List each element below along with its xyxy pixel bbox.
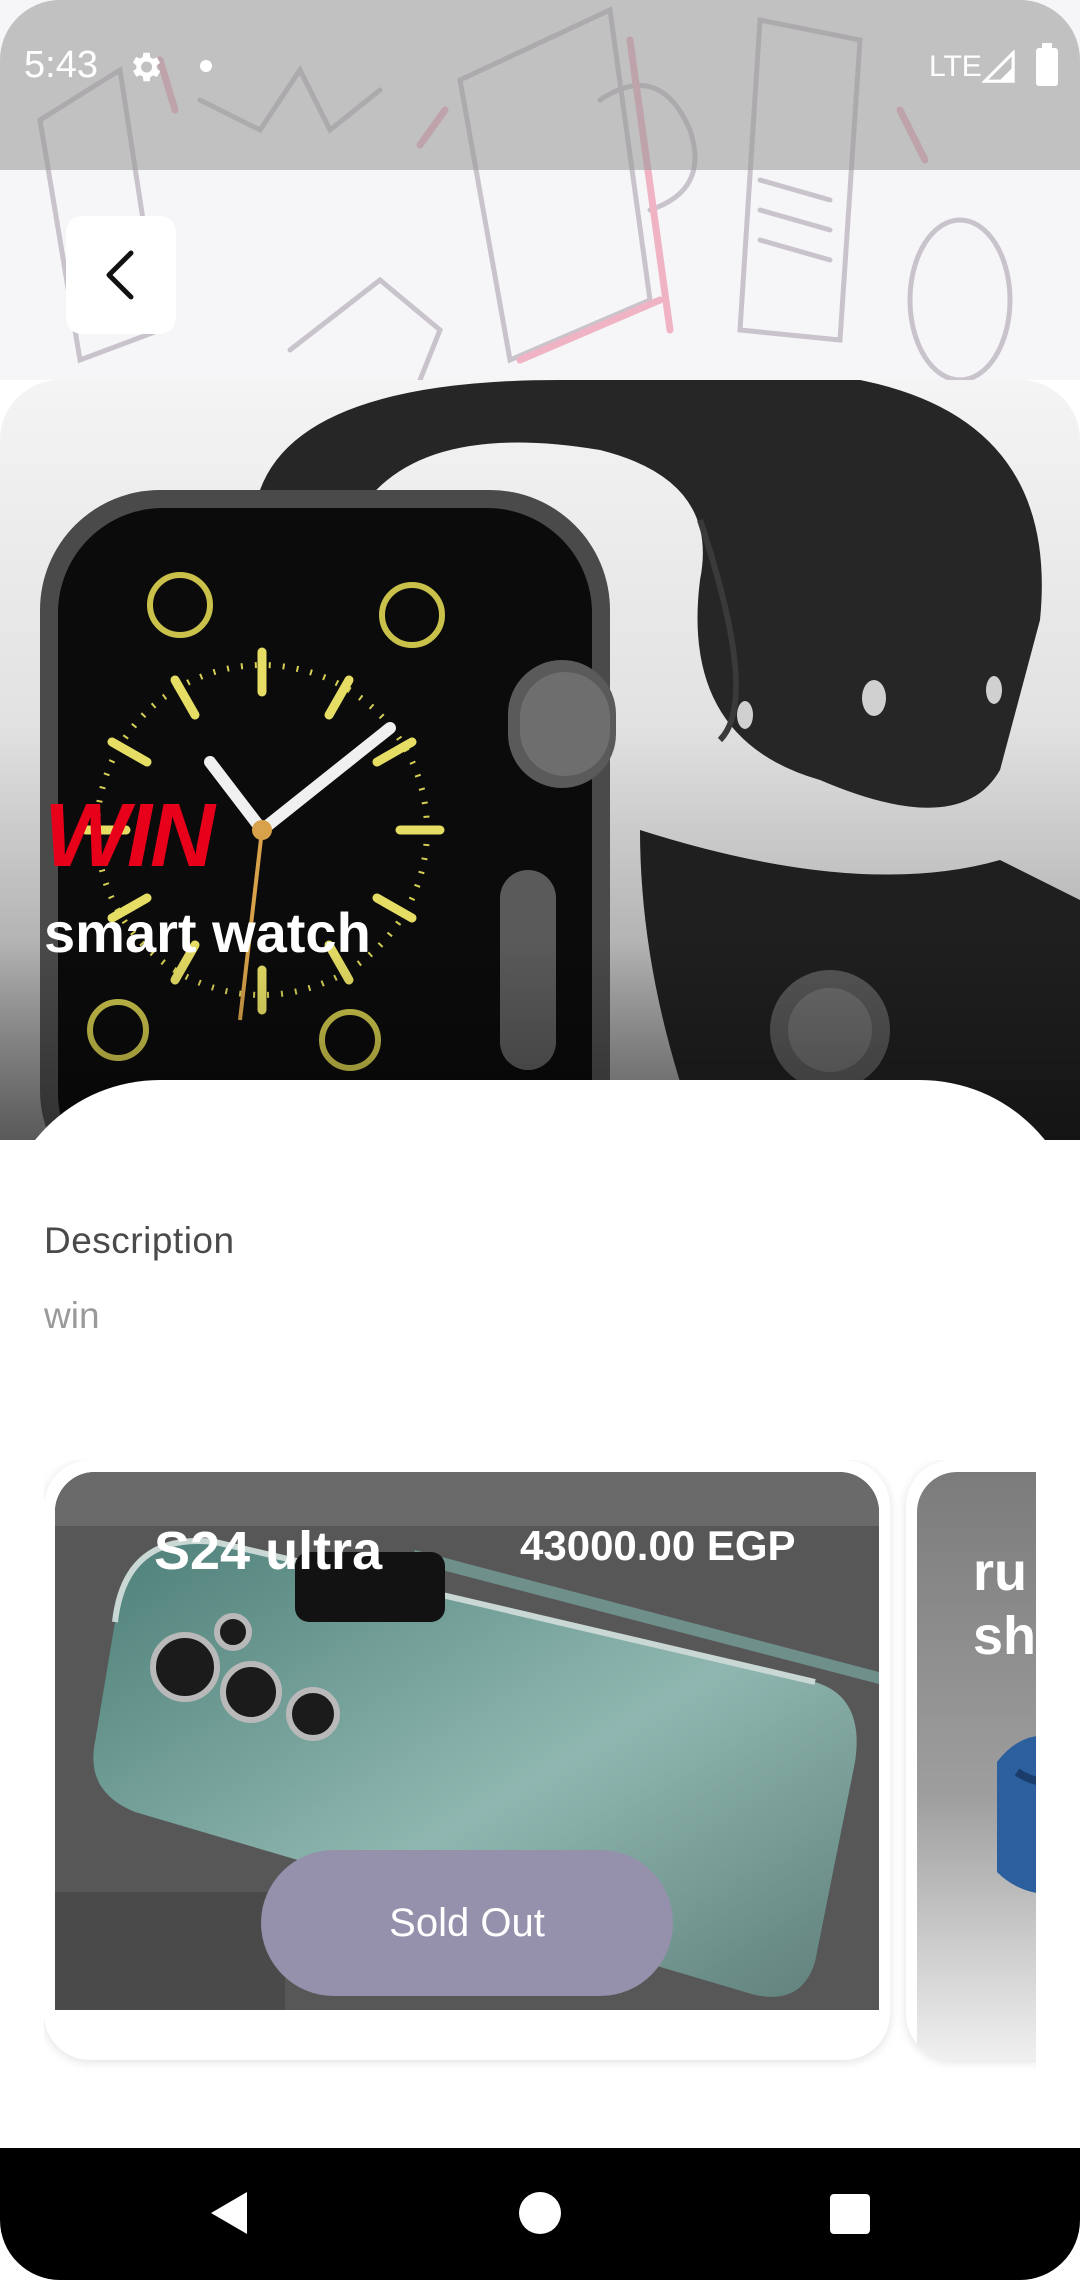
description-heading: Description — [44, 1220, 235, 1261]
product-name: S24 ultra — [154, 1521, 383, 1581]
network-type: LTE — [929, 50, 982, 83]
battery-icon — [1036, 43, 1058, 86]
product-name-line: ru sh — [973, 1542, 1036, 1666]
product-card[interactable]: ru sh — [906, 1460, 1036, 2060]
description-text: win — [44, 1295, 100, 1336]
hero-banner: WIN smart watch — [0, 380, 1080, 1140]
smart-watch-image — [0, 380, 1080, 1140]
product-card[interactable]: S24 ultra 43000.00 EGP Sold Out — [44, 1460, 890, 2060]
signal-icon — [982, 50, 1015, 83]
back-button[interactable] — [66, 216, 176, 334]
hero-badge: WIN — [44, 786, 215, 886]
status-time: 5:43 — [24, 44, 98, 86]
back-triangle-icon[interactable] — [205, 2188, 251, 2238]
chevron-left-icon — [106, 250, 134, 300]
product-name: ru sh — [973, 1540, 1036, 1668]
sold-out-button[interactable]: Sold Out — [261, 1850, 673, 1996]
hero-title: smart watch — [44, 901, 371, 964]
system-nav-bar — [0, 2148, 1080, 2280]
home-circle-icon[interactable] — [519, 2192, 561, 2234]
product-price: 43000.00 EGP — [520, 1522, 796, 1569]
product-carousel[interactable]: S24 ultra 43000.00 EGP Sold Out ru sh — [44, 1460, 1036, 2080]
status-bar: 5:43 LTE — [0, 0, 1080, 170]
recents-square-icon[interactable] — [830, 2194, 870, 2234]
gear-icon — [132, 52, 161, 82]
details-sheet: Description win S24 ultra 43000.00 EGP S… — [0, 1080, 1080, 2150]
notification-dot-icon — [200, 60, 212, 72]
